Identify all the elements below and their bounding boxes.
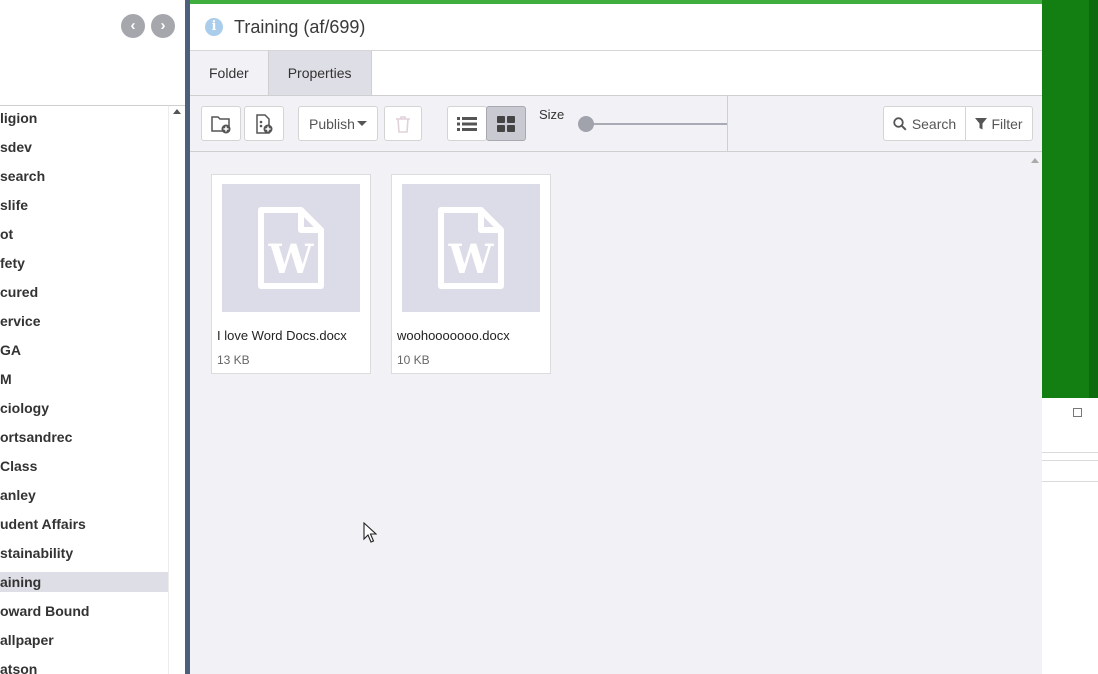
svg-text:W: W <box>268 236 315 283</box>
tree-item[interactable]: udent Affairs <box>0 514 168 534</box>
chevron-left-circle-icon[interactable]: ‹ <box>121 14 145 38</box>
filter-icon <box>975 117 988 129</box>
tree-item[interactable]: fety <box>0 253 168 273</box>
toolbar: Publish Size Search Filter <box>190 96 1042 152</box>
file-thumbnail: W <box>402 184 540 312</box>
file-size: 13 KB <box>217 353 250 367</box>
file-card[interactable]: W I love Word Docs.docx 13 KB <box>211 174 371 374</box>
tree-item[interactable]: oward Bound <box>0 601 168 621</box>
sidebar-scrollbar[interactable] <box>168 106 186 674</box>
tree-item[interactable]: allpaper <box>0 630 168 650</box>
search-icon <box>893 116 907 131</box>
mouse-cursor-icon <box>363 522 377 543</box>
info-circle-icon[interactable]: i <box>205 18 223 36</box>
tree-item[interactable]: ciology <box>0 398 168 418</box>
tree-item[interactable]: ervice <box>0 311 168 331</box>
tree-item[interactable]: GA <box>0 340 168 360</box>
file-name: woohooooooo.docx <box>397 328 510 343</box>
file-card[interactable]: W woohooooooo.docx 10 KB <box>391 174 551 374</box>
divider <box>1042 481 1098 482</box>
folder-tree-sidebar: ‹ › ligion sdev search slife ot fety cur… <box>0 0 186 674</box>
tree-item[interactable]: Class <box>0 456 168 476</box>
tree-item[interactable]: anley <box>0 485 168 505</box>
delete-button[interactable] <box>384 106 422 141</box>
folder-tree: ligion sdev search slife ot fety cured e… <box>0 108 168 674</box>
tree-item[interactable]: atson <box>0 659 168 674</box>
list-view-icon <box>457 116 477 131</box>
tree-item[interactable]: slife <box>0 195 168 215</box>
background-green-area <box>1042 0 1098 398</box>
folder-add-icon <box>211 115 231 133</box>
search-button[interactable]: Search <box>883 106 966 141</box>
size-label: Size <box>539 107 565 122</box>
publish-dropdown-button[interactable]: Publish <box>298 106 378 141</box>
sidebar-nav: ‹ › <box>121 14 175 38</box>
caret-down-icon <box>357 121 367 126</box>
background-window <box>1042 0 1098 674</box>
chevron-right-circle-icon[interactable]: › <box>151 14 175 38</box>
tree-item[interactable]: stainability <box>0 543 168 563</box>
word-doc-icon: W <box>438 207 504 289</box>
sidebar-divider <box>0 105 186 106</box>
file-grid: W I love Word Docs.docx 13 KB W woohoooo… <box>190 152 1042 670</box>
size-slider-track[interactable] <box>585 123 727 125</box>
divider <box>1042 452 1098 453</box>
grid-view-icon <box>497 115 515 132</box>
divider <box>1042 460 1098 461</box>
page-title: Training (af/699) <box>234 16 366 37</box>
word-doc-icon: W <box>258 207 324 289</box>
publish-label: Publish <box>309 115 355 132</box>
scroll-up-arrow-icon[interactable] <box>173 109 181 114</box>
tab-folder[interactable]: Folder <box>190 51 269 95</box>
tree-item-active[interactable]: aining <box>0 572 168 592</box>
folder-panel: i Training (af/699) Folder Properties Pu… <box>190 0 1042 674</box>
new-document-button[interactable] <box>244 106 284 141</box>
tree-item[interactable]: ligion <box>0 108 168 128</box>
tree-item[interactable]: sdev <box>0 137 168 157</box>
file-add-icon <box>256 113 273 134</box>
scroll-up-arrow-icon[interactable] <box>1031 158 1039 163</box>
trash-icon <box>396 115 410 133</box>
tree-item[interactable]: search <box>0 166 168 186</box>
svg-text:W: W <box>448 236 495 283</box>
tree-item[interactable]: cured <box>0 282 168 302</box>
grid-view-button[interactable] <box>486 106 526 141</box>
panel-header: i Training (af/699) <box>190 4 1042 51</box>
file-thumbnail: W <box>222 184 360 312</box>
search-label: Search <box>911 115 957 132</box>
list-view-button[interactable] <box>447 106 487 141</box>
tree-item[interactable]: ot <box>0 224 168 244</box>
file-name: I love Word Docs.docx <box>217 328 347 343</box>
toolbar-divider <box>727 96 728 152</box>
size-slider-handle[interactable] <box>578 116 594 132</box>
checkbox[interactable] <box>1073 408 1082 417</box>
tree-item[interactable]: ortsandrec <box>0 427 168 447</box>
filter-button[interactable]: Filter <box>965 106 1033 141</box>
tree-item[interactable]: M <box>0 369 168 389</box>
file-size: 10 KB <box>397 353 430 367</box>
panel-tabs: Folder Properties <box>190 51 1042 96</box>
filter-label: Filter <box>991 115 1023 132</box>
new-folder-button[interactable] <box>201 106 241 141</box>
tab-properties[interactable]: Properties <box>268 51 372 95</box>
